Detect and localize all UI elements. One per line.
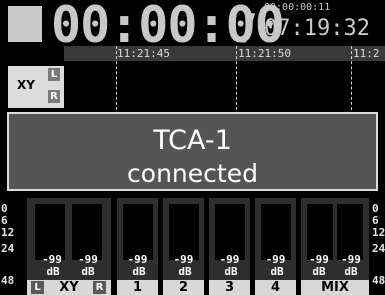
meter-scale-label: 48 <box>372 274 385 287</box>
meter-bar-left <box>307 204 333 260</box>
level-meter-panel: 0 6 12 24 48 0 6 12 24 48 -99 -99 dB dB … <box>0 196 385 295</box>
meter-scale-label: 24 <box>372 242 385 255</box>
meter-scale-label: 6 <box>1 214 8 227</box>
meter-bar <box>169 204 199 260</box>
popup-status: connected <box>127 159 258 188</box>
counter-separator: / <box>242 7 256 48</box>
popup-title: TCA-1 <box>153 125 232 156</box>
meter-level-unit: dB <box>46 265 60 278</box>
meter-level-value: -99 <box>42 253 62 266</box>
meter-bar-left <box>35 204 65 260</box>
tca-connection-popup: TCA-1 connected <box>7 112 378 191</box>
meter-level-value: -99 <box>309 253 329 266</box>
meter-level-value: -99 <box>265 253 286 266</box>
timeline-marker-line <box>116 46 117 110</box>
stop-icon[interactable] <box>8 6 42 42</box>
meter-right-indicator: R <box>93 281 106 294</box>
timeline-marker-line <box>236 46 237 110</box>
meter-level-unit: dB <box>344 265 358 278</box>
track-left-indicator: L <box>48 68 60 81</box>
meter-scale-label: 12 <box>1 226 15 239</box>
meter-scale-label: 12 <box>372 226 385 239</box>
meter-level-unit: dB <box>81 265 95 278</box>
meter-level-unit: dB <box>224 265 238 278</box>
timeline-tick: 11:21:45 <box>117 47 170 60</box>
meter-level-unit: dB <box>132 265 146 278</box>
timeline-marker-line <box>351 46 352 110</box>
timecode-counter: 00:00:00:11 <box>264 2 331 13</box>
meter-level-value: -99 <box>127 253 148 266</box>
meter-scale-label: 0 <box>372 202 379 215</box>
meter-bar <box>261 204 291 260</box>
remaining-time: 07:19:32 <box>264 16 370 41</box>
meter-channel-3[interactable]: -99 dB 3 <box>209 198 250 295</box>
meter-level-unit: dB <box>312 265 326 278</box>
timeline-tick: 11:2 <box>353 47 380 60</box>
meter-channel-xy[interactable]: -99 -99 dB dB L XY R <box>27 198 111 295</box>
meter-scale-label: 48 <box>1 274 15 287</box>
meter-channel-1[interactable]: -99 dB 1 <box>117 198 158 295</box>
meter-level-value: -99 <box>78 253 98 266</box>
track-label-xy[interactable]: XY L R <box>8 66 64 108</box>
meter-channel-2[interactable]: -99 dB 2 <box>163 198 204 295</box>
meter-level-unit: dB <box>178 265 192 278</box>
meter-scale-label: 24 <box>1 242 15 255</box>
meter-level-value: -99 <box>219 253 240 266</box>
track-name: XY <box>17 78 35 92</box>
meter-channel-mix[interactable]: -99 -99 dB dB MIX <box>301 198 369 295</box>
meter-scale-label: 6 <box>372 214 379 227</box>
meter-left-indicator: L <box>31 281 44 294</box>
meter-scale-label: 0 <box>1 202 8 215</box>
meter-level-value: -99 <box>173 253 194 266</box>
track-right-indicator: R <box>48 90 60 103</box>
meter-level-unit: dB <box>270 265 284 278</box>
meter-bar-right <box>337 204 363 260</box>
meter-level-value: -99 <box>341 253 361 266</box>
meter-bar <box>123 204 153 260</box>
meter-channel-4[interactable]: -99 dB 4 <box>255 198 296 295</box>
timeline-tick: 11:21:50 <box>238 47 291 60</box>
meter-bar-right <box>72 204 102 260</box>
meter-bar <box>215 204 245 260</box>
timeline-ruler: 11:21:45 11:21:50 11:2 <box>0 46 385 61</box>
ruler-spacer <box>0 46 64 61</box>
